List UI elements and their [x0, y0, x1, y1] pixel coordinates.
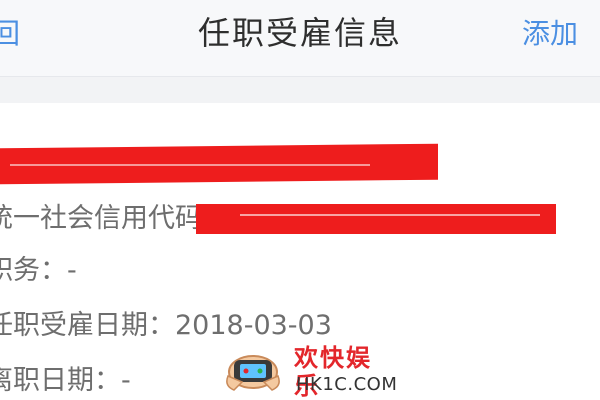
- watermark-domain: HK1C.COM: [296, 374, 398, 395]
- redaction-streak: [10, 164, 370, 166]
- section-divider: [0, 77, 600, 103]
- redaction-streak: [240, 214, 540, 216]
- gamepad-hand-icon: [226, 355, 280, 391]
- add-button[interactable]: 添加: [522, 14, 578, 54]
- position-row: 职务：-: [0, 255, 77, 286]
- redaction-mark-credit-code: [196, 204, 556, 234]
- site-watermark: 欢快娱乐 HK1C.COM: [222, 340, 397, 400]
- credit-code-label: 统一社会信用代码: [0, 203, 202, 234]
- hire-date-row: 任职受雇日期：2018-03-03: [0, 310, 332, 341]
- navigation-bar: 回 任职受雇信息 添加: [0, 0, 600, 77]
- leave-date-row: 离职日期：-: [0, 365, 131, 396]
- page-title: 任职受雇信息: [197, 14, 402, 52]
